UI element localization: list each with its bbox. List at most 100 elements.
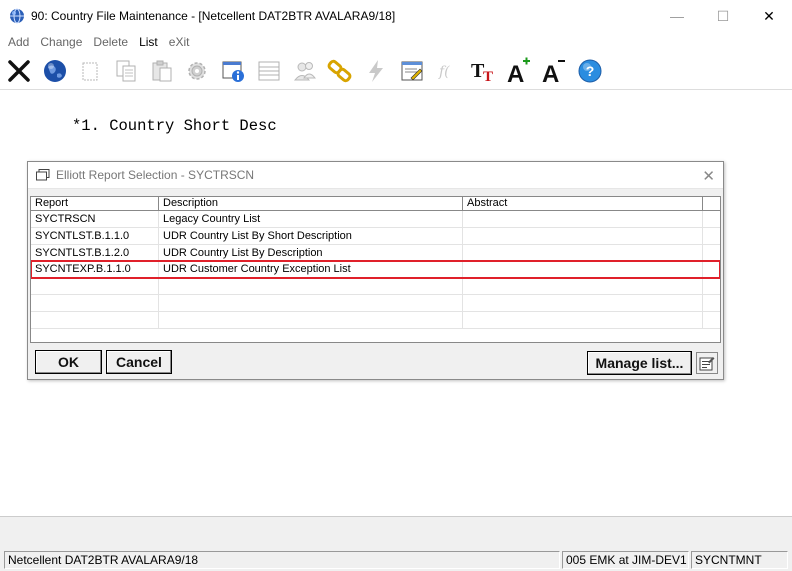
table-row[interactable]: SYCTRSCN Legacy Country List xyxy=(31,211,720,228)
table-row-empty[interactable] xyxy=(31,278,720,295)
dialog-title: Elliott Report Selection - SYCTRSCN xyxy=(56,168,255,182)
status-user: 005 EMK at JIM-DEV1 xyxy=(562,551,689,569)
column-header-abstract[interactable]: Abstract xyxy=(463,197,703,211)
abstract-cell xyxy=(463,244,703,261)
table-row-empty[interactable] xyxy=(31,311,720,329)
menu-delete[interactable]: Delete xyxy=(93,35,128,49)
country-short-desc-label: *1. Country Short Desc xyxy=(72,117,277,135)
dialog-close-button[interactable]: ✕ xyxy=(702,167,715,185)
column-header-report[interactable]: Report xyxy=(31,197,159,211)
minimize-button[interactable]: — xyxy=(654,0,700,32)
report-selection-dialog: Elliott Report Selection - SYCTRSCN ✕ Re… xyxy=(27,161,724,380)
abstract-cell xyxy=(463,261,703,278)
abstract-cell xyxy=(463,294,703,311)
report-cell: SYCNTLST.B.1.1.0 xyxy=(31,227,159,244)
report-cell xyxy=(31,294,159,311)
report-cell xyxy=(31,311,159,328)
title-bar: 90: Country File Maintenance - [Netcelle… xyxy=(0,0,792,32)
toolbar-font-button[interactable]: T T xyxy=(466,54,500,88)
column-header-description[interactable]: Description xyxy=(159,197,463,211)
close-x-icon xyxy=(8,59,30,82)
toolbar-font-increase-button[interactable]: A xyxy=(502,54,536,88)
toolbar-exit-button[interactable] xyxy=(2,54,36,88)
table-row-selected[interactable]: SYCNTEXP.B.1.1.0 UDR Customer Country Ex… xyxy=(31,260,720,280)
app-globe-icon xyxy=(10,8,24,24)
gear-icon xyxy=(188,61,207,80)
list-icon xyxy=(258,61,280,80)
chain-link-icon xyxy=(327,59,352,82)
abstract-cell xyxy=(463,227,703,244)
info-window-icon xyxy=(222,61,245,82)
description-cell xyxy=(159,294,463,311)
menu-exit[interactable]: eXit xyxy=(169,35,190,49)
abstract-cell xyxy=(463,211,703,227)
description-cell: UDR Country List By Short Description xyxy=(159,227,463,244)
svg-text:f(: f( xyxy=(438,64,450,80)
toolbar-new-button[interactable] xyxy=(73,54,107,88)
description-cell xyxy=(159,278,463,294)
svg-text:A: A xyxy=(542,61,559,85)
maximize-button[interactable]: ☐ xyxy=(700,0,746,32)
description-cell xyxy=(159,311,463,328)
table-row-empty[interactable] xyxy=(31,294,720,312)
svg-text:A: A xyxy=(507,61,524,85)
status-company: Netcellent DAT2BTR AVALARA9/18 xyxy=(4,551,560,569)
font-increase-icon: A xyxy=(507,57,530,85)
table-header: Report Description Abstract xyxy=(31,197,720,211)
abstract-cell xyxy=(463,311,703,328)
copy-icon xyxy=(116,60,136,81)
toolbar-settings-button[interactable] xyxy=(180,54,214,88)
toolbar-font-decrease-button[interactable]: A xyxy=(537,54,571,88)
ok-button[interactable]: OK xyxy=(35,350,102,374)
close-window-button[interactable]: ✕ xyxy=(746,0,792,32)
menu-list[interactable]: List xyxy=(139,35,158,49)
edit-settings-icon xyxy=(699,357,715,371)
menu-bar: Add Change Delete List eXit xyxy=(0,32,792,51)
globe-icon xyxy=(43,59,66,82)
report-cell: SYCNTEXP.B.1.1.0 xyxy=(31,261,159,278)
toolbar-copy-button[interactable] xyxy=(109,54,143,88)
window-title: 90: Country File Maintenance - [Netcelle… xyxy=(31,9,396,23)
toolbar-lightning-button[interactable] xyxy=(359,54,393,88)
table-row[interactable]: SYCNTLST.B.1.2.0 UDR Country List By Des… xyxy=(31,244,720,262)
restore-window-icon xyxy=(36,169,50,181)
abstract-cell xyxy=(463,278,703,294)
report-table: Report Description Abstract SYCTRSCN Leg… xyxy=(30,196,721,343)
manage-settings-button[interactable] xyxy=(696,352,718,374)
font-decrease-icon: A xyxy=(542,59,566,85)
manage-list-button[interactable]: Manage list... xyxy=(587,351,692,375)
description-cell: UDR Country List By Description xyxy=(159,244,463,261)
blank-page-icon xyxy=(82,62,98,80)
paste-icon xyxy=(152,60,172,81)
menu-change[interactable]: Change xyxy=(40,35,82,49)
dialog-title-bar: Elliott Report Selection - SYCTRSCN ✕ xyxy=(28,162,723,189)
toolbar-paste-button[interactable] xyxy=(145,54,179,88)
help-icon: ? xyxy=(578,59,602,82)
function-icon: f( xyxy=(438,64,450,80)
report-cell: SYCTRSCN xyxy=(31,211,159,227)
toolbar-list-button[interactable] xyxy=(252,54,286,88)
edit-document-icon xyxy=(401,61,423,80)
status-bar: Netcellent DAT2BTR AVALARA9/18 005 EMK a… xyxy=(0,549,792,571)
toolbar-info-button[interactable] xyxy=(216,54,250,88)
description-cell: UDR Customer Country Exception List xyxy=(159,261,463,278)
toolbar-function-button[interactable]: f( xyxy=(430,54,464,88)
lightning-icon xyxy=(368,59,383,82)
toolbar-link-button[interactable] xyxy=(323,54,357,88)
toolbar-globe-button[interactable] xyxy=(38,54,72,88)
users-icon xyxy=(293,61,316,80)
window-controls: — ☐ ✕ xyxy=(654,0,792,32)
report-cell xyxy=(31,278,159,294)
cancel-button[interactable]: Cancel xyxy=(106,350,172,374)
description-cell: Legacy Country List xyxy=(159,211,463,227)
toolbar: f( T T A A ? xyxy=(0,52,792,90)
svg-text:?: ? xyxy=(586,63,595,79)
toolbar-users-button[interactable] xyxy=(288,54,322,88)
toolbar-edit-button[interactable] xyxy=(395,54,429,88)
toolbar-help-button[interactable]: ? xyxy=(573,54,607,88)
svg-text:T: T xyxy=(483,69,493,85)
table-row[interactable]: SYCNTLST.B.1.1.0 UDR Country List By Sho… xyxy=(31,227,720,245)
menu-add[interactable]: Add xyxy=(8,35,29,49)
bottom-panel xyxy=(0,516,792,549)
status-program: SYCNTMNT xyxy=(691,551,788,569)
